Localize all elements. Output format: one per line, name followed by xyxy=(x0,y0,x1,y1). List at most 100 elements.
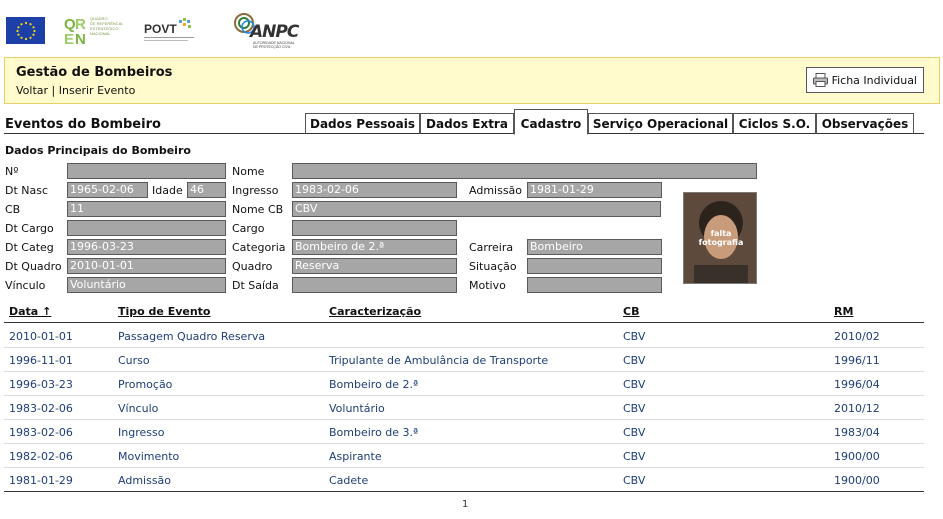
table-row[interactable]: 1983-02-06 Vínculo Voluntário CBV 2010/1… xyxy=(4,396,924,420)
cell-rm: 2010/02 xyxy=(834,330,880,343)
dt-cargo-field[interactable] xyxy=(67,220,226,236)
form-subtitle: Dados Principais do Bombeiro xyxy=(5,144,191,157)
cell-rm: 2010/12 xyxy=(834,402,880,415)
cell-data: 1996-11-01 xyxy=(9,354,73,367)
anpc-text: ANPC xyxy=(250,22,299,42)
cb-label: CB xyxy=(5,203,21,216)
column-header-cb[interactable]: CB xyxy=(623,305,639,318)
cell-cb: CBV xyxy=(623,426,646,439)
eu-flag-logo xyxy=(6,17,45,44)
cell-cb: CBV xyxy=(623,378,646,391)
dt-nasc-label: Dt Nasc xyxy=(5,184,49,197)
categoria-field[interactable]: Bombeiro de 2.ª xyxy=(292,239,457,255)
situacao-label: Situação xyxy=(469,260,517,273)
column-header-tipo-evento[interactable]: Tipo de Evento xyxy=(118,305,211,318)
cell-caracterizacao: Voluntário xyxy=(329,402,385,415)
cell-data: 1981-01-29 xyxy=(9,474,73,487)
admissao-field[interactable]: 1981-01-29 xyxy=(527,182,662,198)
numero-field[interactable] xyxy=(67,163,226,179)
cell-tipo-evento: Passagem Quadro Reserva xyxy=(118,330,266,343)
header-links: Voltar | Inserir Evento xyxy=(16,84,135,97)
situacao-field[interactable] xyxy=(527,258,662,274)
dt-saida-field[interactable] xyxy=(292,277,457,293)
admissao-label: Admissão xyxy=(469,184,523,197)
quadro-label: Quadro xyxy=(232,260,273,273)
cell-cb: CBV xyxy=(623,474,646,487)
cell-tipo-evento: Vínculo xyxy=(118,402,159,415)
ficha-individual-button[interactable]: Ficha Individual xyxy=(805,67,924,93)
section-title: Eventos do Bombeiro xyxy=(5,117,161,132)
tab-dados-pessoais[interactable]: Dados Pessoais xyxy=(305,113,420,134)
cell-data: 1983-02-06 xyxy=(9,426,73,439)
photo-text: fotografia xyxy=(698,238,744,247)
cell-rm: 1900/00 xyxy=(834,450,880,463)
cargo-field[interactable] xyxy=(292,220,457,236)
events-table-header: Data ↑ Tipo de Evento Caracterização CB … xyxy=(4,305,924,323)
cell-data: 1982-02-06 xyxy=(9,450,73,463)
dt-categ-field[interactable]: 1996-03-23 xyxy=(67,239,226,255)
cb-field[interactable]: 11 xyxy=(67,201,226,217)
idade-field[interactable]: 46 xyxy=(187,182,226,198)
column-header-data[interactable]: Data ↑ xyxy=(9,305,51,318)
cell-rm: 1996/11 xyxy=(834,354,880,367)
vinculo-label: Vínculo xyxy=(5,279,46,292)
qren-text: NACIONAL xyxy=(90,31,111,36)
pagination-page-1[interactable]: 1 xyxy=(462,499,468,510)
column-header-rm[interactable]: RM xyxy=(834,305,853,318)
table-row[interactable]: 1996-03-23 Promoção Bombeiro de 2.ª CBV … xyxy=(4,372,924,396)
printer-icon xyxy=(812,73,828,87)
dt-quadro-label: Dt Quadro xyxy=(5,260,62,273)
insert-event-link[interactable]: Inserir Evento xyxy=(59,84,136,97)
tab-cadastro[interactable]: Cadastro xyxy=(514,109,588,135)
tab-servico-operacional[interactable]: Serviço Operacional xyxy=(588,113,733,134)
cell-rm: 1996/04 xyxy=(834,378,880,391)
cell-caracterizacao: Aspirante xyxy=(329,450,382,463)
dt-cargo-label: Dt Cargo xyxy=(5,222,54,235)
cell-caracterizacao: Bombeiro de 3.ª xyxy=(329,426,419,439)
cell-data: 2010-01-01 xyxy=(9,330,73,343)
quadro-field[interactable]: Reserva xyxy=(292,258,457,274)
categoria-label: Categoria xyxy=(232,241,286,254)
back-link[interactable]: Voltar xyxy=(16,84,48,97)
cell-tipo-evento: Ingresso xyxy=(118,426,165,439)
cell-tipo-evento: Admissão xyxy=(118,474,172,487)
cell-data: 1983-02-06 xyxy=(9,402,73,415)
svg-text:E: E xyxy=(64,31,74,46)
table-row[interactable]: 1996-11-01 Curso Tripulante de Ambulânci… xyxy=(4,348,924,372)
cell-caracterizacao: Bombeiro de 2.ª xyxy=(329,378,419,391)
table-row[interactable]: 1981-01-29 Admissão Cadete CBV 1900/00 xyxy=(4,468,924,492)
cell-tipo-evento: Curso xyxy=(118,354,150,367)
carreira-label: Carreira xyxy=(469,241,514,254)
idade-label: Idade xyxy=(152,184,183,197)
dt-nasc-field[interactable]: 1965-02-06 xyxy=(67,182,148,198)
cell-rm: 1900/00 xyxy=(834,474,880,487)
anpc-subtext: DE PROTECÇÃO CIVIL xyxy=(253,45,291,49)
ficha-button-label: Ficha Individual xyxy=(831,73,917,87)
nome-field[interactable] xyxy=(292,163,757,179)
table-row[interactable]: 2010-01-01 Passagem Quadro Reserva CBV 2… xyxy=(4,324,924,348)
tab-ciclos-so[interactable]: Ciclos S.O. xyxy=(733,113,816,134)
cell-cb: CBV xyxy=(623,402,646,415)
ingresso-field[interactable]: 1983-02-06 xyxy=(292,182,457,198)
anpc-logo: ANPC AUTORIDADE NACIONAL DE PROTECÇÃO CI… xyxy=(233,10,309,50)
cell-tipo-evento: Promoção xyxy=(118,378,173,391)
dt-saida-label: Dt Saída xyxy=(232,279,279,292)
app-title: Gestão de Bombeiros xyxy=(16,65,173,80)
cell-cb: CBV xyxy=(623,450,646,463)
vinculo-field[interactable]: Voluntário xyxy=(67,277,226,293)
tab-observacoes[interactable]: Observações xyxy=(816,113,914,134)
nome-cb-field[interactable]: CBV xyxy=(292,201,661,217)
cargo-label: Cargo xyxy=(232,222,265,235)
carreira-field[interactable]: Bombeiro xyxy=(527,239,662,255)
photo-text: falta xyxy=(710,229,732,238)
column-header-caracterizacao[interactable]: Caracterização xyxy=(329,305,421,318)
nome-cb-label: Nome CB xyxy=(232,203,284,216)
dt-quadro-field[interactable]: 2010-01-01 xyxy=(67,258,226,274)
logo-bar: Q R E N QUADRO DE REFERÊNCIA ESTRATÉGICO… xyxy=(0,0,943,56)
tab-dados-extra[interactable]: Dados Extra xyxy=(420,113,514,134)
table-row[interactable]: 1983-02-06 Ingresso Bombeiro de 3.ª CBV … xyxy=(4,420,924,444)
qren-logo: Q R E N QUADRO DE REFERÊNCIA ESTRATÉGICO… xyxy=(64,14,128,48)
cell-cb: CBV xyxy=(623,354,646,367)
motivo-field[interactable] xyxy=(527,277,662,293)
table-row[interactable]: 1982-02-06 Movimento Aspirante CBV 1900/… xyxy=(4,444,924,468)
